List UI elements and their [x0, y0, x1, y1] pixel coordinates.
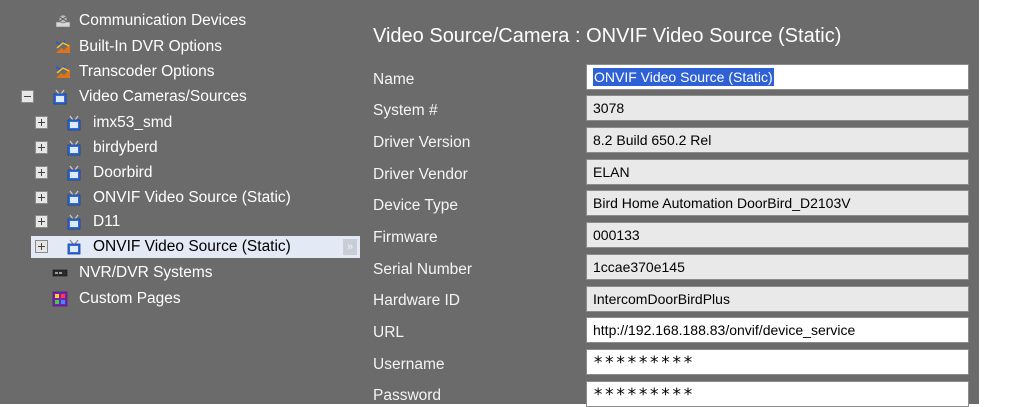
hardware-id-field: IntercomDoorBirdPlus — [586, 286, 969, 312]
properties-panel: Video Source/Camera : ONVIF Video Source… — [370, 0, 979, 407]
firmware-label: Firmware — [373, 229, 438, 246]
device-type-field: Bird Home Automation DoorBird_D2103V — [586, 190, 969, 216]
system-number-label: System # — [373, 102, 438, 119]
tree-item-label: D11 — [93, 213, 121, 230]
video-camera-icon — [53, 89, 67, 105]
tree-item-label: ONVIF Video Source (Static) — [93, 238, 291, 255]
tree-item-birdyberd[interactable]: birdyberd — [0, 137, 370, 159]
collapse-icon[interactable] — [21, 90, 34, 103]
nvr-dvr-icon — [52, 269, 68, 277]
url-field[interactable]: http://192.168.188.83/onvif/device_servi… — [586, 317, 969, 343]
tree-item-onvif-video-source-selected[interactable]: ONVIF Video Source (Static) » — [31, 236, 360, 258]
expand-icon[interactable] — [35, 166, 48, 179]
tree-item-label: Transcoder Options — [79, 63, 215, 80]
page-title: Video Source/Camera : ONVIF Video Source… — [373, 25, 842, 47]
tree-item-onvif-video-source-1[interactable]: ONVIF Video Source (Static) — [0, 187, 370, 209]
expand-icon[interactable] — [35, 116, 48, 129]
tree-item-transcoder-options[interactable]: Transcoder Options — [0, 61, 370, 83]
name-label: Name — [373, 71, 415, 88]
custom-pages-icon — [52, 291, 68, 307]
tree-item-built-in-dvr-options[interactable]: Built-In DVR Options — [0, 36, 370, 58]
scroll-right-icon[interactable]: » — [343, 239, 357, 255]
username-label: Username — [373, 356, 445, 373]
hardware-id-label: Hardware ID — [373, 292, 460, 309]
tree-item-d11[interactable]: D11 — [0, 211, 370, 233]
tree-item-label: Built-In DVR Options — [79, 38, 222, 55]
tree-item-custom-pages[interactable]: Custom Pages — [0, 288, 370, 310]
video-camera-icon — [67, 190, 81, 206]
username-field[interactable]: ********* — [586, 349, 969, 375]
serial-number-field: 1ccae370e145 — [586, 254, 969, 280]
system-number-field: 3078 — [586, 95, 969, 121]
tree-item-doorbird[interactable]: Doorbird — [0, 162, 370, 184]
tree-item-label: ONVIF Video Source (Static) — [93, 189, 291, 206]
expand-icon[interactable] — [35, 215, 48, 228]
tree-item-label: Video Cameras/Sources — [79, 88, 247, 105]
tree-item-nvr-dvr-systems[interactable]: NVR/DVR Systems — [0, 262, 370, 284]
driver-version-label: Driver Version — [373, 134, 471, 151]
video-camera-icon — [67, 165, 81, 181]
tree-item-label: Doorbird — [93, 164, 153, 181]
transcoder-options-icon — [55, 65, 70, 78]
url-label: URL — [373, 324, 405, 341]
tree-item-label: Communication Devices — [79, 12, 247, 29]
tree-item-label: Custom Pages — [79, 290, 181, 307]
driver-vendor-label: Driver Vendor — [373, 166, 468, 183]
device-tree[interactable]: Communication Devices Built-In DVR Optio… — [0, 0, 370, 404]
tree-item-video-cameras-sources[interactable]: Video Cameras/Sources — [0, 86, 370, 108]
video-camera-icon — [67, 239, 81, 255]
video-camera-icon — [67, 140, 81, 156]
name-value: ONVIF Video Source (Static) — [593, 68, 774, 86]
tree-item-label: imx53_smd — [93, 114, 173, 131]
firmware-field: 000133 — [586, 222, 969, 248]
video-camera-icon — [67, 115, 81, 131]
tree-item-label: NVR/DVR Systems — [79, 264, 213, 281]
expand-icon[interactable] — [35, 240, 48, 253]
device-type-label: Device Type — [373, 197, 459, 214]
password-field[interactable]: ********* — [586, 381, 969, 407]
tree-item-label: birdyberd — [93, 139, 158, 156]
window-background — [979, 0, 1030, 404]
tree-item-imx53-smd[interactable]: imx53_smd — [0, 112, 370, 134]
name-field[interactable]: ONVIF Video Source (Static) — [586, 64, 969, 90]
password-label: Password — [373, 387, 442, 404]
video-camera-icon — [67, 214, 81, 230]
driver-vendor-field: ELAN — [586, 159, 969, 185]
communication-devices-icon — [55, 14, 71, 28]
expand-icon[interactable] — [35, 191, 48, 204]
dvr-options-icon — [55, 40, 70, 53]
tree-item-communication-devices[interactable]: Communication Devices — [0, 10, 370, 32]
driver-version-field: 8.2 Build 650.2 Rel — [586, 127, 969, 153]
expand-icon[interactable] — [35, 141, 48, 154]
serial-number-label: Serial Number — [373, 261, 473, 278]
